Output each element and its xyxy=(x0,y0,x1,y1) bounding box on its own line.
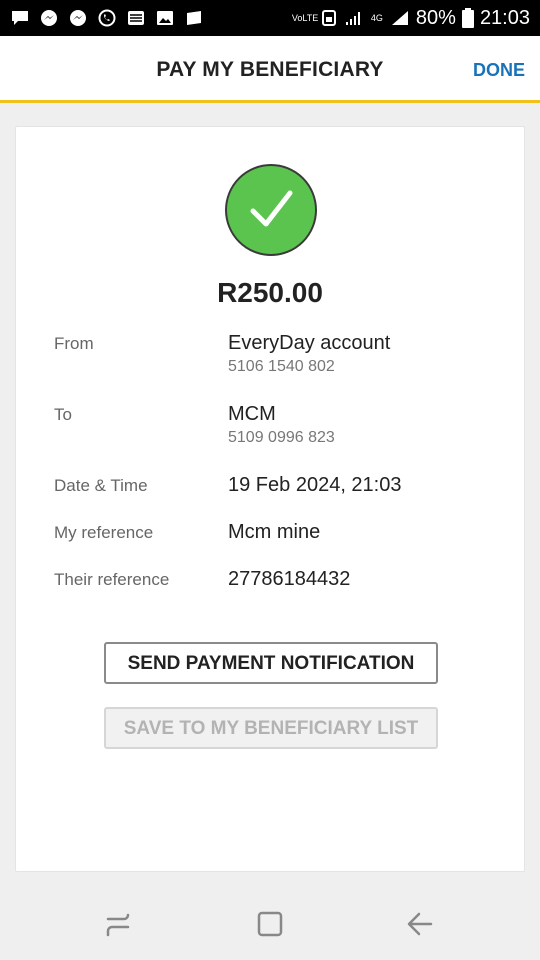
gallery-icon xyxy=(157,11,173,25)
done-button[interactable]: DONE xyxy=(473,60,525,81)
recent-apps-icon[interactable] xyxy=(98,908,138,940)
back-icon[interactable] xyxy=(401,908,441,940)
clock: 21:03 xyxy=(479,6,530,29)
sim-icon xyxy=(321,10,336,26)
my-reference-value: Mcm mine xyxy=(228,521,321,543)
signal-icon-2 xyxy=(391,11,408,25)
to-name: MCM xyxy=(228,403,276,425)
whatsapp-icon xyxy=(98,9,116,27)
to-account-number: 5109 0996 823 xyxy=(228,429,335,446)
system-status: VoLTE 4G 80% 21:03 xyxy=(292,7,530,30)
their-reference-value: 27786184432 xyxy=(228,568,351,590)
battery-percent: 80% xyxy=(415,6,456,29)
send-payment-notification-button[interactable]: SEND PAYMENT NOTIFICATION xyxy=(104,642,438,684)
messenger-icon-2 xyxy=(70,10,86,26)
messenger-icon xyxy=(41,10,57,26)
from-account-number: 5106 1540 802 xyxy=(228,358,335,375)
home-icon[interactable] xyxy=(250,908,290,940)
status-bar: VoLTE 4G 80% 21:03 xyxy=(0,0,540,36)
their-reference-label: Their reference xyxy=(54,570,170,589)
payment-confirmation-card: R250.00 From EveryDay account 5106 1540 … xyxy=(15,126,525,872)
signal-label: 4G xyxy=(370,12,383,23)
to-label: To xyxy=(54,405,72,424)
success-checkmark-icon xyxy=(225,164,317,256)
app-bar: PAY MY BENEFICIARY DONE xyxy=(0,36,540,103)
notification-icons xyxy=(10,9,204,27)
from-account: EveryDay account xyxy=(228,332,391,354)
navigation-bar xyxy=(0,888,540,960)
page-title: PAY MY BENEFICIARY xyxy=(156,58,384,81)
payment-amount: R250.00 xyxy=(217,277,323,308)
date-value: 19 Feb 2024, 21:03 xyxy=(228,474,402,496)
stack-icon xyxy=(128,11,144,25)
signal-icon xyxy=(345,12,360,25)
message-icon xyxy=(12,11,28,25)
network-label: VoLTE xyxy=(291,12,319,23)
save-to-beneficiary-list-button: SAVE TO MY BENEFICIARY LIST xyxy=(104,707,438,749)
my-reference-label: My reference xyxy=(54,523,154,542)
flipboard-icon xyxy=(187,11,201,25)
battery-icon xyxy=(461,8,474,28)
from-label: From xyxy=(54,334,94,353)
date-label: Date & Time xyxy=(54,476,148,495)
